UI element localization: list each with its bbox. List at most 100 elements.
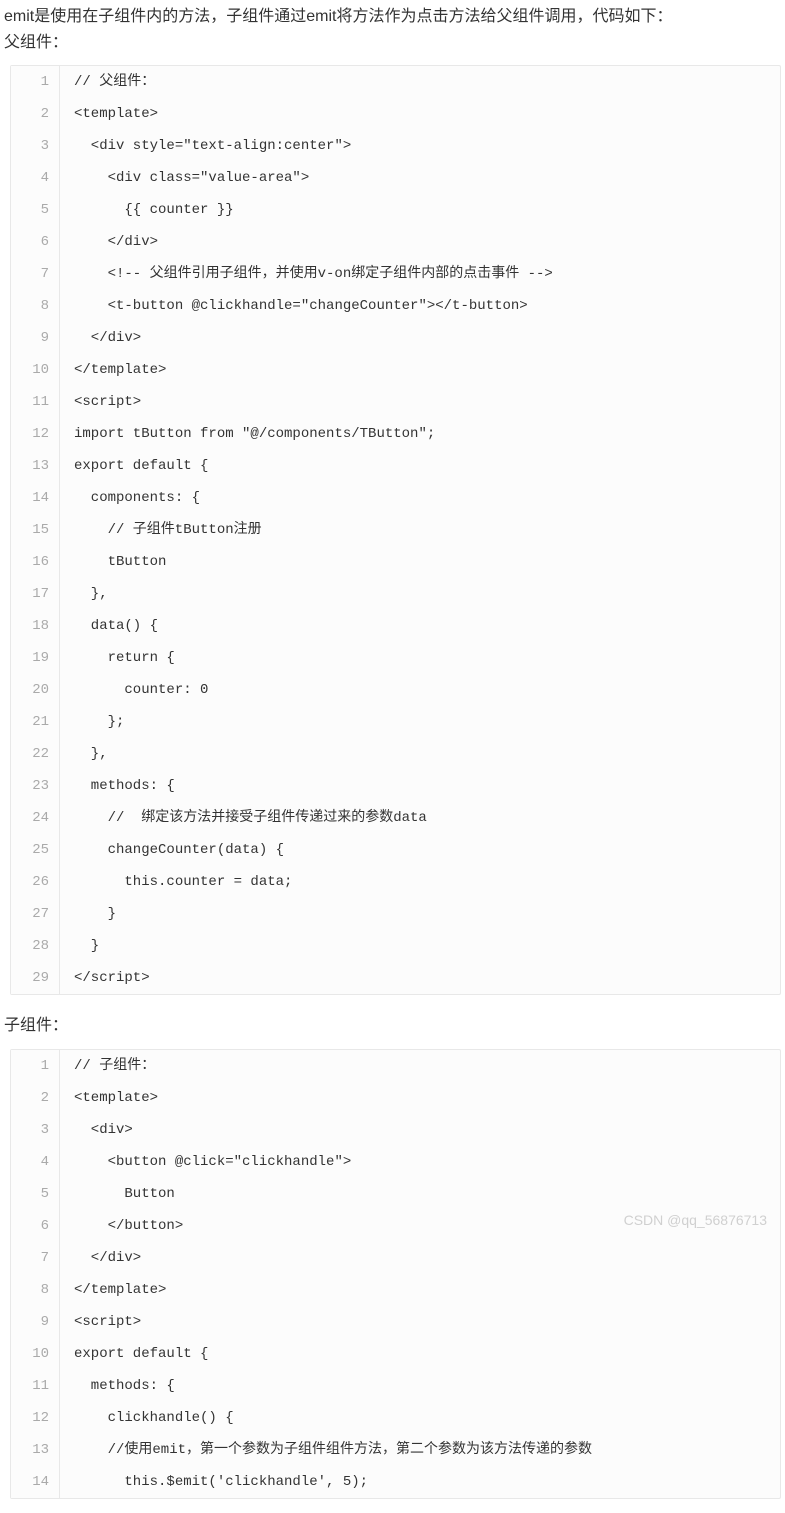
code-line: export default {: [60, 450, 781, 482]
code-line: {{ counter }}: [60, 194, 781, 226]
code-row: 5 {{ counter }}: [11, 194, 780, 226]
line-number: 22: [11, 738, 60, 770]
line-number: 20: [11, 674, 60, 706]
line-number: 5: [11, 194, 60, 226]
code-line: </template>: [60, 354, 781, 386]
code-row: 16 tButton: [11, 546, 780, 578]
line-number: 19: [11, 642, 60, 674]
code-row: 10export default {: [11, 1338, 780, 1370]
code-row: 14 components: {: [11, 482, 780, 514]
code-row: 1// 子组件：: [11, 1050, 780, 1082]
code-row: 27 }: [11, 898, 780, 930]
line-number: 5: [11, 1178, 60, 1210]
code-line: // 绑定该方法并接受子组件传递过来的参数data: [60, 802, 781, 834]
code-row: 12 clickhandle() {: [11, 1402, 780, 1434]
code-line: data() {: [60, 610, 781, 642]
line-number: 10: [11, 1338, 60, 1370]
line-number: 7: [11, 258, 60, 290]
code-line: this.$emit('clickhandle', 5);: [60, 1466, 781, 1498]
code-line: </script>: [60, 962, 781, 994]
code-row: 6 </button>: [11, 1210, 780, 1242]
line-number: 18: [11, 610, 60, 642]
line-number: 14: [11, 1466, 60, 1498]
code-line: </div>: [60, 322, 781, 354]
line-number: 12: [11, 1402, 60, 1434]
line-number: 17: [11, 578, 60, 610]
code-line: },: [60, 738, 781, 770]
code-line: <!-- 父组件引用子组件，并使用v-on绑定子组件内部的点击事件 -->: [60, 258, 781, 290]
code-row: 10</template>: [11, 354, 780, 386]
line-number: 1: [11, 66, 60, 98]
line-number: 9: [11, 322, 60, 354]
code-row: 8 <t-button @clickhandle="changeCounter"…: [11, 290, 780, 322]
code-line: }: [60, 898, 781, 930]
code-row: 15 // 子组件tButton注册: [11, 514, 780, 546]
code-line: components: {: [60, 482, 781, 514]
code-line: </template>: [60, 1274, 781, 1306]
line-number: 6: [11, 1210, 60, 1242]
line-number: 4: [11, 1146, 60, 1178]
code-line: methods: {: [60, 1370, 781, 1402]
code-line: </div>: [60, 1242, 781, 1274]
line-number: 8: [11, 1274, 60, 1306]
line-number: 24: [11, 802, 60, 834]
code-row: 26 this.counter = data;: [11, 866, 780, 898]
line-number: 2: [11, 98, 60, 130]
code-row: 7 </div>: [11, 1242, 780, 1274]
code-line: }: [60, 930, 781, 962]
code-line: <div class="value-area">: [60, 162, 781, 194]
line-number: 10: [11, 354, 60, 386]
code-row: 7 <!-- 父组件引用子组件，并使用v-on绑定子组件内部的点击事件 -->: [11, 258, 780, 290]
code-row: 23 methods: {: [11, 770, 780, 802]
code-row: 11 methods: {: [11, 1370, 780, 1402]
line-number: 23: [11, 770, 60, 802]
code-line: </div>: [60, 226, 781, 258]
child-code-table: 1// 子组件：2<template>3 <div>4 <button @cli…: [11, 1050, 780, 1498]
code-line: <script>: [60, 386, 781, 418]
code-row: 12import tButton from "@/components/TBut…: [11, 418, 780, 450]
code-line: changeCounter(data) {: [60, 834, 781, 866]
code-row: 8</template>: [11, 1274, 780, 1306]
code-row: 22 },: [11, 738, 780, 770]
line-number: 13: [11, 1434, 60, 1466]
code-row: 9<script>: [11, 1306, 780, 1338]
code-row: 28 }: [11, 930, 780, 962]
line-number: 25: [11, 834, 60, 866]
line-number: 13: [11, 450, 60, 482]
code-row: 14 this.$emit('clickhandle', 5);: [11, 1466, 780, 1498]
line-number: 21: [11, 706, 60, 738]
line-number: 26: [11, 866, 60, 898]
code-line: };: [60, 706, 781, 738]
code-line: </button>: [60, 1210, 781, 1242]
line-number: 3: [11, 1114, 60, 1146]
line-number: 29: [11, 962, 60, 994]
code-row: 1// 父组件：: [11, 66, 780, 98]
code-row: 11<script>: [11, 386, 780, 418]
code-row: 2<template>: [11, 98, 780, 130]
code-row: 21 };: [11, 706, 780, 738]
child-label: 子组件：: [4, 1017, 68, 1034]
code-line: methods: {: [60, 770, 781, 802]
line-number: 12: [11, 418, 60, 450]
code-row: 18 data() {: [11, 610, 780, 642]
code-line: <div style="text-align:center">: [60, 130, 781, 162]
line-number: 4: [11, 162, 60, 194]
line-number: 27: [11, 898, 60, 930]
code-row: 24 // 绑定该方法并接受子组件传递过来的参数data: [11, 802, 780, 834]
code-line: clickhandle() {: [60, 1402, 781, 1434]
code-line: <div>: [60, 1114, 781, 1146]
code-row: 19 return {: [11, 642, 780, 674]
code-row: 13 //使用emit，第一个参数为子组件组件方法，第二个参数为该方法传递的参数: [11, 1434, 780, 1466]
code-line: <script>: [60, 1306, 781, 1338]
child-paragraph: 子组件：: [0, 1009, 785, 1045]
intro-text: emit是使用在子组件内的方法，子组件通过emit将方法作为点击方法给父组件调用…: [4, 8, 672, 25]
code-line: export default {: [60, 1338, 781, 1370]
parent-code-block: 1// 父组件：2<template>3 <div style="text-al…: [10, 65, 781, 995]
intro-paragraph: emit是使用在子组件内的方法，子组件通过emit将方法作为点击方法给父组件调用…: [0, 0, 785, 61]
line-number: 9: [11, 1306, 60, 1338]
line-number: 14: [11, 482, 60, 514]
line-number: 11: [11, 1370, 60, 1402]
code-line: tButton: [60, 546, 781, 578]
code-row: 3 <div>: [11, 1114, 780, 1146]
line-number: 16: [11, 546, 60, 578]
